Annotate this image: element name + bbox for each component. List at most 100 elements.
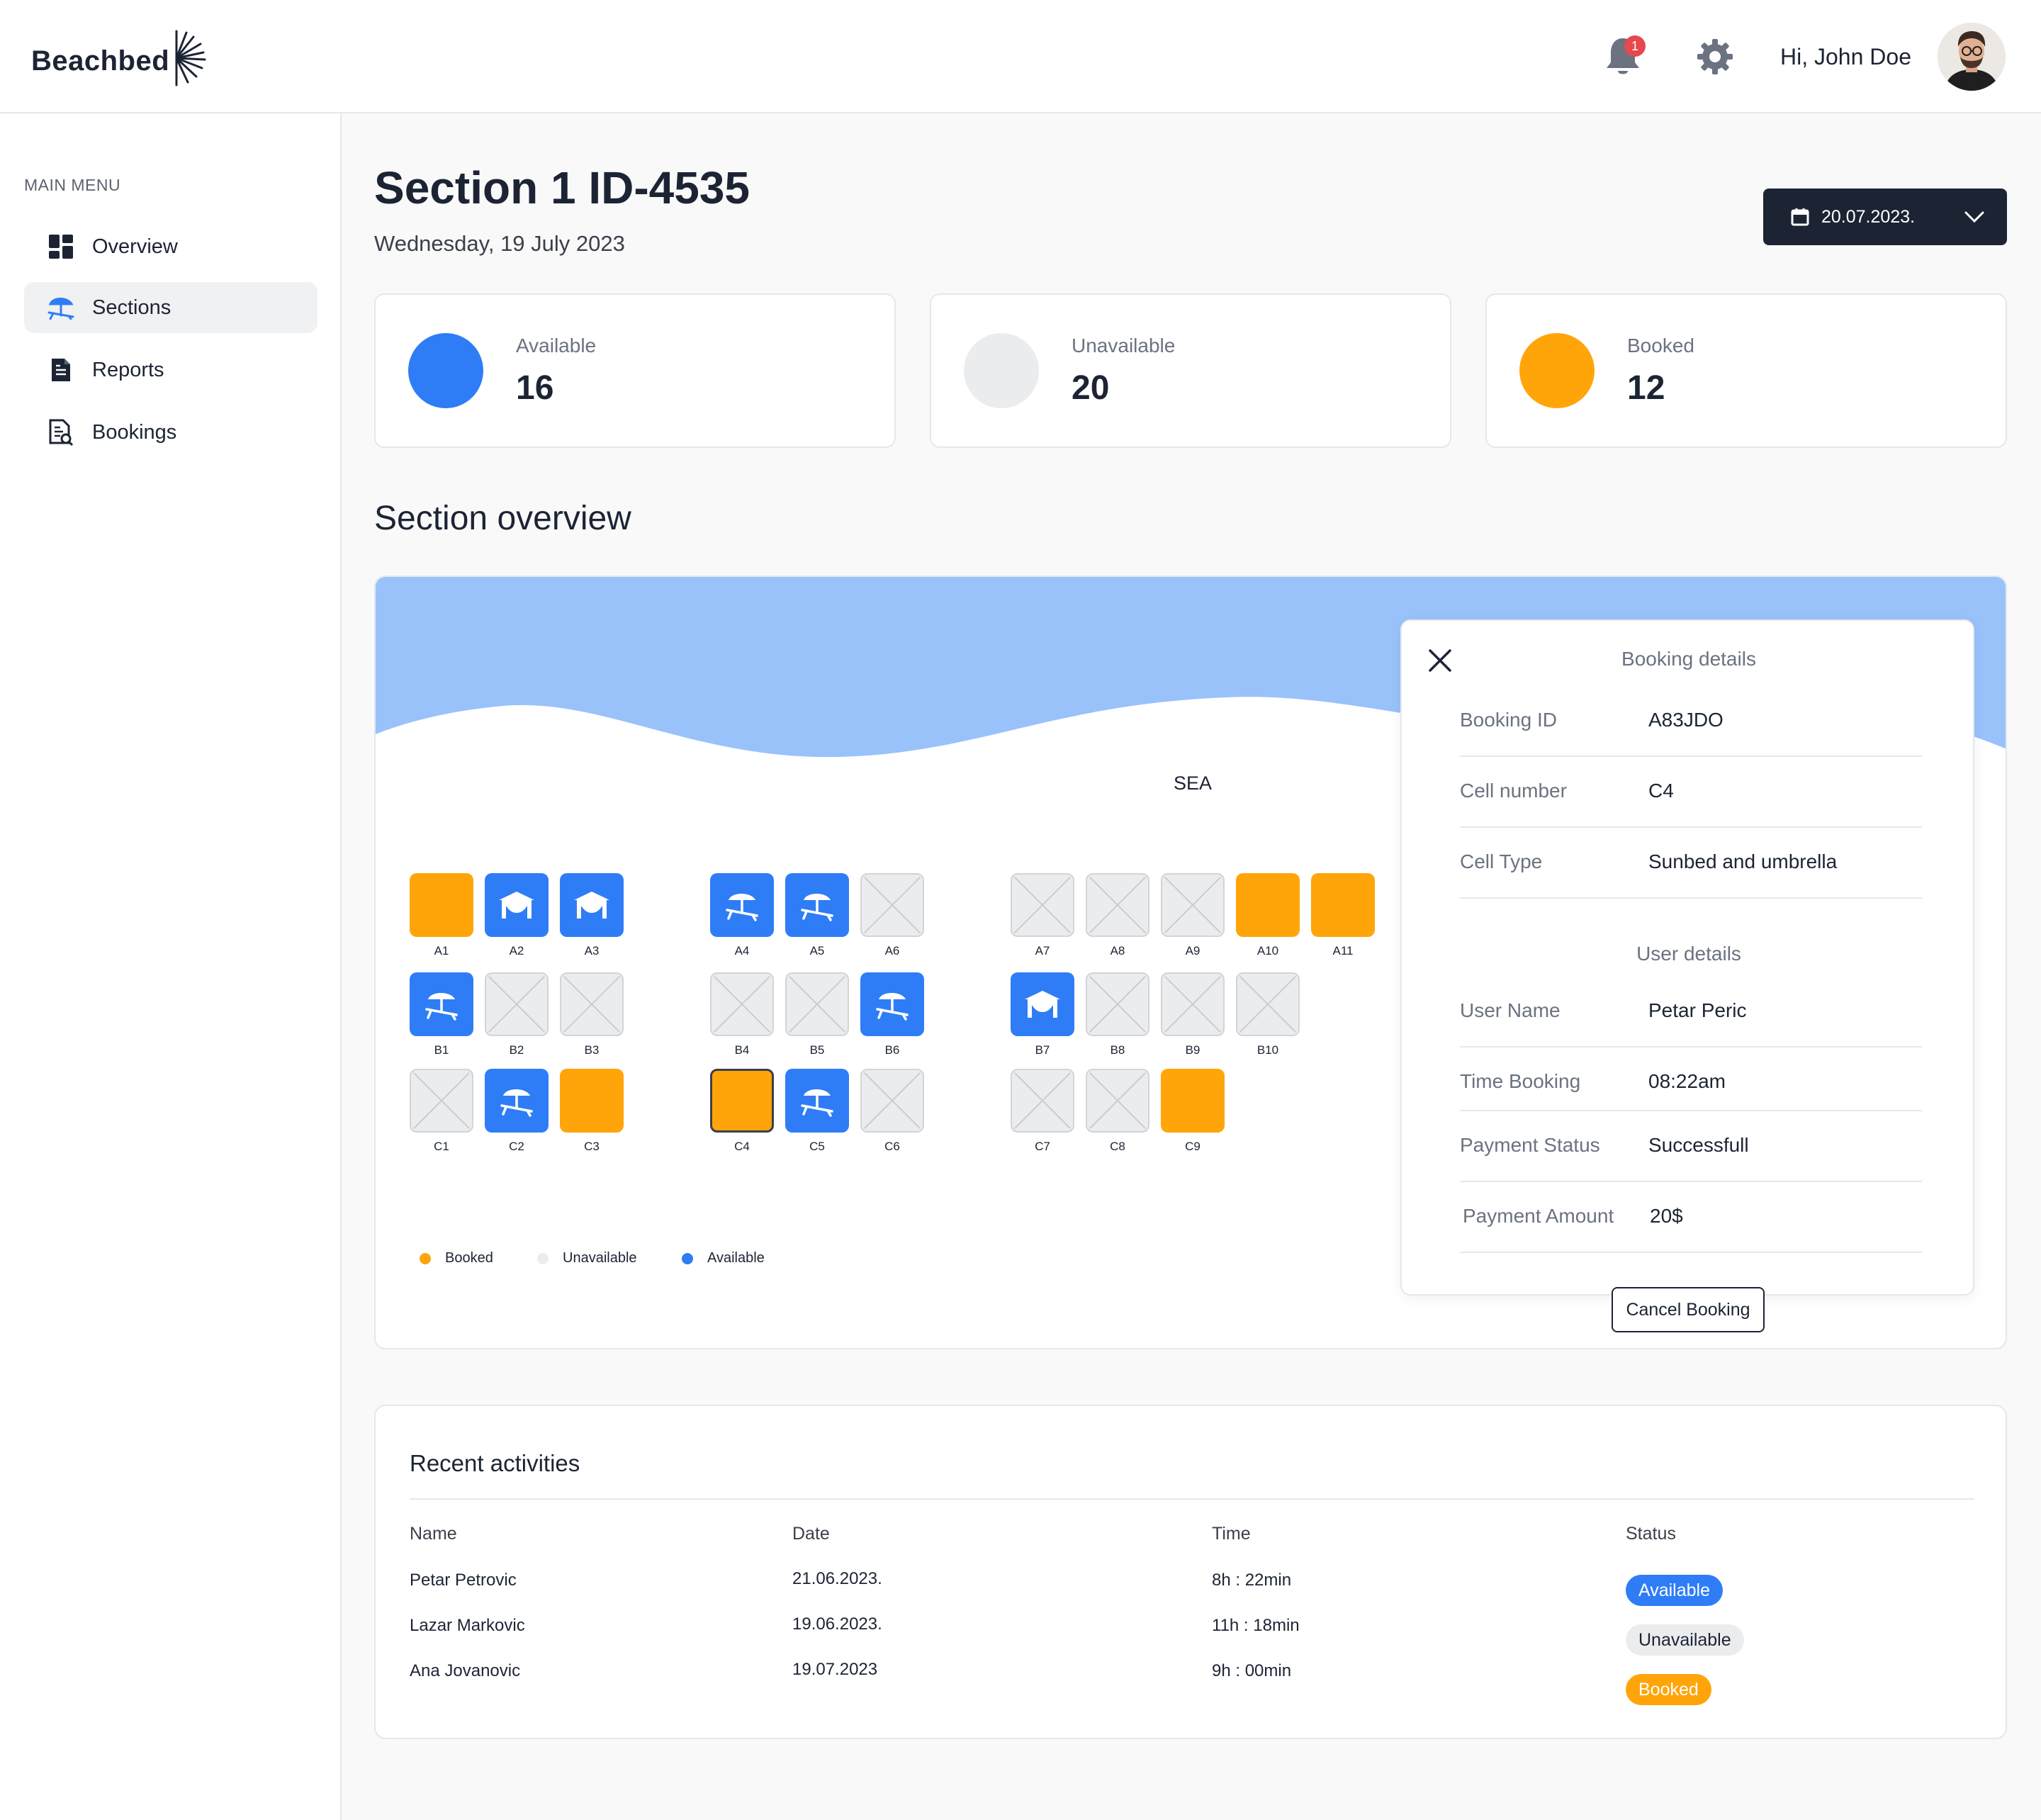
stat-label: Booked [1627, 335, 1694, 356]
detail-key: Booking ID [1460, 709, 1557, 731]
cell-label: A2 [509, 944, 524, 957]
date-picker-value: 20.07.2023. [1821, 206, 1916, 227]
section-overview-heading: Section overview [374, 500, 631, 537]
legend-available: Available [682, 1250, 765, 1266]
recent-activities-title: Recent activities [410, 1450, 580, 1476]
detail-value: A83JDO [1648, 709, 1724, 731]
cell-b2[interactable] [485, 972, 549, 1036]
stat-card-available: Available 16 [374, 293, 896, 448]
cell-b9[interactable] [1161, 972, 1225, 1036]
cell-a5[interactable] [785, 873, 849, 937]
cell-c3[interactable] [560, 1069, 624, 1133]
cell-c5[interactable] [785, 1069, 849, 1133]
sunbed-umbrella-icon [873, 988, 911, 1021]
settings-gear-icon[interactable] [1697, 38, 1733, 75]
cell-c1[interactable] [410, 1069, 473, 1133]
detail-row-user-name: User Name Petar Peric [1460, 977, 1922, 1047]
cell-label: C8 [1110, 1140, 1125, 1153]
dashboard-icon [47, 232, 75, 261]
cell-a1[interactable] [410, 873, 473, 937]
cell-a11[interactable] [1311, 873, 1375, 937]
unavailable-cross-icon [1164, 976, 1221, 1033]
row-date: 19.06.2023. [792, 1614, 882, 1634]
cell-b7[interactable] [1011, 972, 1074, 1036]
cell-a8[interactable] [1086, 873, 1149, 937]
unavailable-cross-icon [1164, 877, 1221, 933]
booking-details-heading: Booking details [1621, 648, 1756, 670]
cell-label: B3 [584, 1043, 600, 1057]
cell-c8[interactable] [1086, 1069, 1149, 1133]
sidebar-item-overview[interactable]: Overview [24, 221, 317, 272]
recent-activities: Recent activities Name Date Time Status … [374, 1405, 2007, 1739]
cancel-booking-button[interactable]: Cancel Booking [1612, 1287, 1765, 1332]
user-greeting: Hi, John Doe [1780, 44, 1911, 69]
sidebar-item-sections[interactable]: Sections [24, 282, 317, 333]
cell-label: B1 [434, 1043, 449, 1057]
legend-dot [420, 1252, 431, 1264]
cell-label: C9 [1185, 1140, 1201, 1153]
cell-label: A11 [1332, 944, 1354, 957]
stat-value: 16 [516, 369, 554, 407]
row-time: 8h : 22min [1212, 1571, 1292, 1590]
cell-b3[interactable] [560, 972, 624, 1036]
sunbed-umbrella-icon [497, 1084, 536, 1117]
cell-a2[interactable] [485, 873, 549, 937]
user-avatar-icon [1938, 23, 2006, 91]
detail-row-booking-id: Booking ID A83JDO [1460, 686, 1922, 757]
detail-key: User Name [1460, 999, 1561, 1021]
sunbed-umbrella-icon [798, 889, 836, 921]
cell-b6[interactable] [860, 972, 924, 1036]
cell-label: B8 [1110, 1043, 1125, 1057]
cell-c4[interactable] [710, 1069, 774, 1133]
cell-label: A9 [1185, 944, 1201, 957]
cell-c9[interactable] [1161, 1069, 1225, 1133]
row-time: 9h : 00min [1212, 1661, 1292, 1680]
unavailable-cross-icon [864, 1072, 921, 1129]
cell-label: B10 [1256, 1043, 1279, 1057]
cell-c2[interactable] [485, 1069, 549, 1133]
row-time: 11h : 18min [1212, 1616, 1300, 1635]
cell-b5[interactable] [785, 972, 849, 1036]
unavailable-cross-icon [563, 976, 620, 1033]
cell-b4[interactable] [710, 972, 774, 1036]
cell-a9[interactable] [1161, 873, 1225, 937]
date-picker[interactable]: 20.07.2023. [1763, 189, 2007, 245]
unavailable-indicator [964, 333, 1039, 408]
cell-label: C7 [1035, 1140, 1050, 1153]
tent-icon [573, 889, 611, 921]
cell-b1[interactable] [410, 972, 473, 1036]
beach-umbrella-icon [47, 293, 75, 322]
sidebar-item-reports[interactable]: Reports [24, 344, 317, 395]
sunburst-logo-icon [175, 30, 206, 86]
cell-c6[interactable] [860, 1069, 924, 1133]
avatar[interactable] [1938, 23, 2006, 91]
unavailable-cross-icon [864, 877, 921, 933]
cell-c7[interactable] [1011, 1069, 1074, 1133]
cell-a6[interactable] [860, 873, 924, 937]
cell-label: A1 [434, 944, 449, 957]
cell-b8[interactable] [1086, 972, 1149, 1036]
unavailable-cross-icon [1239, 976, 1296, 1033]
cell-a3[interactable] [560, 873, 624, 937]
detail-value: 08:22am [1648, 1070, 1726, 1092]
unavailable-cross-icon [1014, 1072, 1071, 1129]
column-header-name: Name [410, 1524, 457, 1544]
unavailable-cross-icon [1089, 1072, 1146, 1129]
cell-a4[interactable] [710, 873, 774, 937]
sea-label: SEA [1174, 773, 1213, 794]
stat-value: 20 [1072, 369, 1110, 407]
stat-card-booked: Booked 12 [1485, 293, 2007, 448]
user-details-heading: User details [1636, 943, 1741, 965]
cell-label: A8 [1110, 944, 1125, 957]
legend-label: Unavailable [563, 1250, 637, 1266]
cell-label: B7 [1035, 1043, 1050, 1057]
logo[interactable]: Beachbed [31, 30, 206, 88]
cell-b10[interactable] [1236, 972, 1300, 1036]
unavailable-cross-icon [488, 976, 545, 1033]
sidebar-item-bookings[interactable]: Bookings [24, 407, 317, 458]
tent-icon [497, 889, 536, 921]
cell-a7[interactable] [1011, 873, 1074, 937]
column-header-status: Status [1626, 1524, 1676, 1544]
cell-a10[interactable] [1236, 873, 1300, 937]
cell-label: A3 [584, 944, 600, 957]
